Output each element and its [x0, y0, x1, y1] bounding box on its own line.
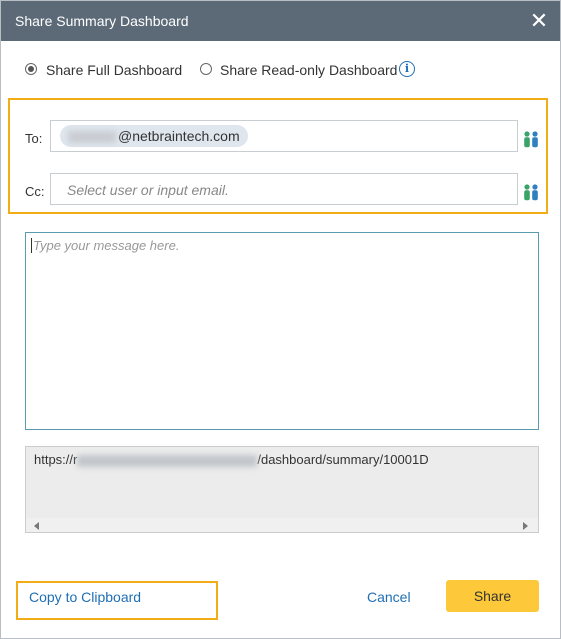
user-group-icon[interactable]: [521, 129, 541, 149]
cancel-button[interactable]: Cancel: [367, 589, 411, 605]
info-icon[interactable]: i: [399, 61, 415, 77]
cc-field[interactable]: Select user or input email.: [50, 173, 518, 205]
share-link-text: https://r/dashboard/summary/10001D: [34, 452, 429, 467]
recipient-chip[interactable]: @netbraintech.com: [60, 125, 248, 147]
message-placeholder: Type your message here.: [33, 238, 180, 253]
close-icon[interactable]: ✕: [528, 10, 550, 32]
radio-share-readonly-label[interactable]: Share Read-only Dashboard: [220, 62, 397, 78]
radio-share-full[interactable]: [25, 63, 37, 75]
copy-to-clipboard-link[interactable]: Copy to Clipboard: [29, 589, 141, 605]
redacted-host: [77, 454, 258, 467]
user-group-icon[interactable]: [521, 182, 541, 202]
share-link-suffix: /dashboard/summary/10001D: [257, 452, 429, 467]
text-caret: [31, 238, 32, 253]
cc-label: Cc:: [25, 184, 45, 199]
to-field[interactable]: @netbraintech.com: [50, 120, 518, 152]
share-dialog: Share Summary Dashboard ✕ Share Full Das…: [0, 0, 561, 639]
radio-share-readonly[interactable]: [200, 63, 212, 75]
radio-share-full-label[interactable]: Share Full Dashboard: [46, 62, 182, 78]
cc-placeholder: Select user or input email.: [67, 182, 229, 198]
horizontal-scrollbar[interactable]: [26, 518, 538, 532]
redacted-username: [68, 131, 116, 144]
scroll-right-icon[interactable]: [523, 522, 528, 530]
share-link-box[interactable]: https://r/dashboard/summary/10001D: [25, 446, 539, 533]
scroll-left-icon[interactable]: [34, 522, 39, 530]
share-link-prefix: https://r: [34, 452, 78, 467]
message-textarea[interactable]: Type your message here.: [25, 232, 539, 430]
dialog-titlebar: Share Summary Dashboard ✕: [1, 1, 560, 41]
dialog-title: Share Summary Dashboard: [15, 13, 189, 29]
share-button[interactable]: Share: [446, 580, 539, 612]
to-label: To:: [25, 131, 43, 146]
recipient-chip-label: @netbraintech.com: [118, 128, 240, 144]
